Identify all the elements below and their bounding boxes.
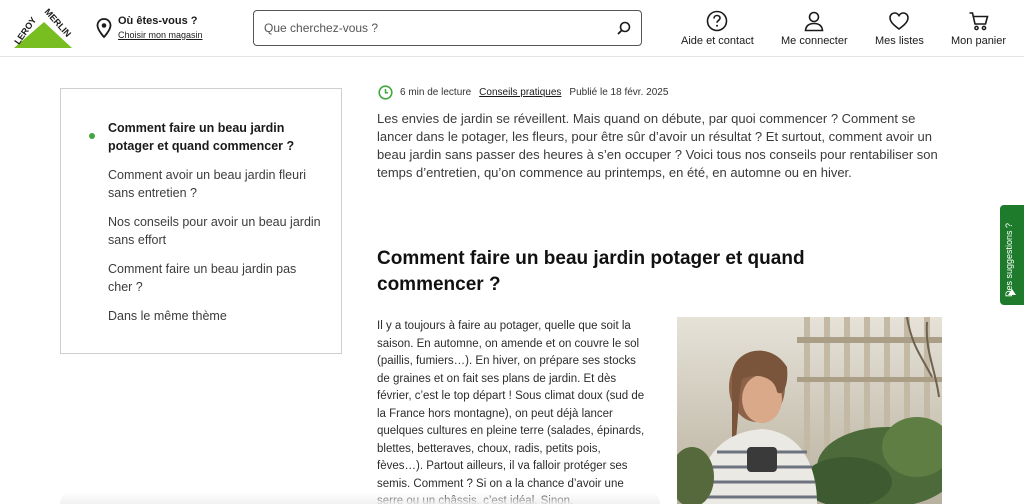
store-selector[interactable]: Où êtes-vous ? Choisir mon magasin [96, 14, 203, 42]
publish-date: Publié le 18 févr. 2025 [569, 87, 669, 98]
toc-item-fleuri[interactable]: Comment avoir un beau jardin fleuri sans… [108, 166, 323, 202]
search-icon[interactable] [617, 21, 631, 35]
login-label: Me connecter [781, 35, 848, 47]
cart-icon [969, 12, 989, 31]
garden-photo [677, 317, 942, 504]
section-body: Il y a toujours à faire au potager, quel… [377, 320, 645, 504]
my-lists-label: Mes listes [875, 35, 924, 47]
suggestions-tab[interactable]: Des suggestions ? [1000, 205, 1024, 305]
bottom-overlay [60, 492, 660, 504]
search-input[interactable] [254, 11, 584, 45]
toc-item-potager[interactable]: Comment faire un beau jardin potager et … [108, 119, 323, 155]
category-link[interactable]: Conseils pratiques [479, 87, 561, 98]
my-lists-button[interactable]: Mes listes [875, 10, 924, 47]
active-indicator [89, 133, 95, 139]
store-question: Où êtes-vous ? [118, 15, 198, 27]
user-icon [804, 11, 824, 32]
read-time: 6 min de lecture [400, 87, 472, 98]
login-button[interactable]: Me connecter [781, 10, 848, 47]
clock-icon [378, 85, 393, 100]
toc-item-pas-cher[interactable]: Comment faire un beau jardin pas cher ? [108, 260, 323, 296]
article-meta: 6 min de lecture Conseils pratiques Publ… [378, 85, 668, 100]
help-contact-label: Aide et contact [681, 35, 754, 47]
article-intro: Les envies de jardin se réveillent. Mais… [377, 111, 938, 180]
choose-store-link[interactable]: Choisir mon magasin [118, 28, 203, 42]
leroy-merlin-logo[interactable]: LEROY MERLIN [8, 6, 74, 50]
help-contact-button[interactable]: Aide et contact [681, 10, 754, 47]
cart-label: Mon panier [951, 35, 1007, 47]
section-title: Comment faire un beau jardin potager et … [377, 248, 805, 295]
heart-icon [889, 12, 910, 31]
table-of-contents: Comment faire un beau jardin potager et … [60, 88, 342, 354]
search-box [253, 10, 642, 46]
toc-item-sans-effort[interactable]: Nos conseils pour avoir un beau jardin s… [108, 213, 323, 249]
cart-button[interactable]: Mon panier [951, 10, 1006, 47]
help-icon [707, 10, 728, 32]
site-header: LEROY MERLIN Où êtes-vous ? Choisir mon … [0, 0, 1024, 57]
suggestions-label: Des suggestions ? [1004, 222, 1014, 297]
location-pin-icon [96, 18, 112, 38]
toc-item-meme-theme[interactable]: Dans le même thème [108, 307, 323, 325]
